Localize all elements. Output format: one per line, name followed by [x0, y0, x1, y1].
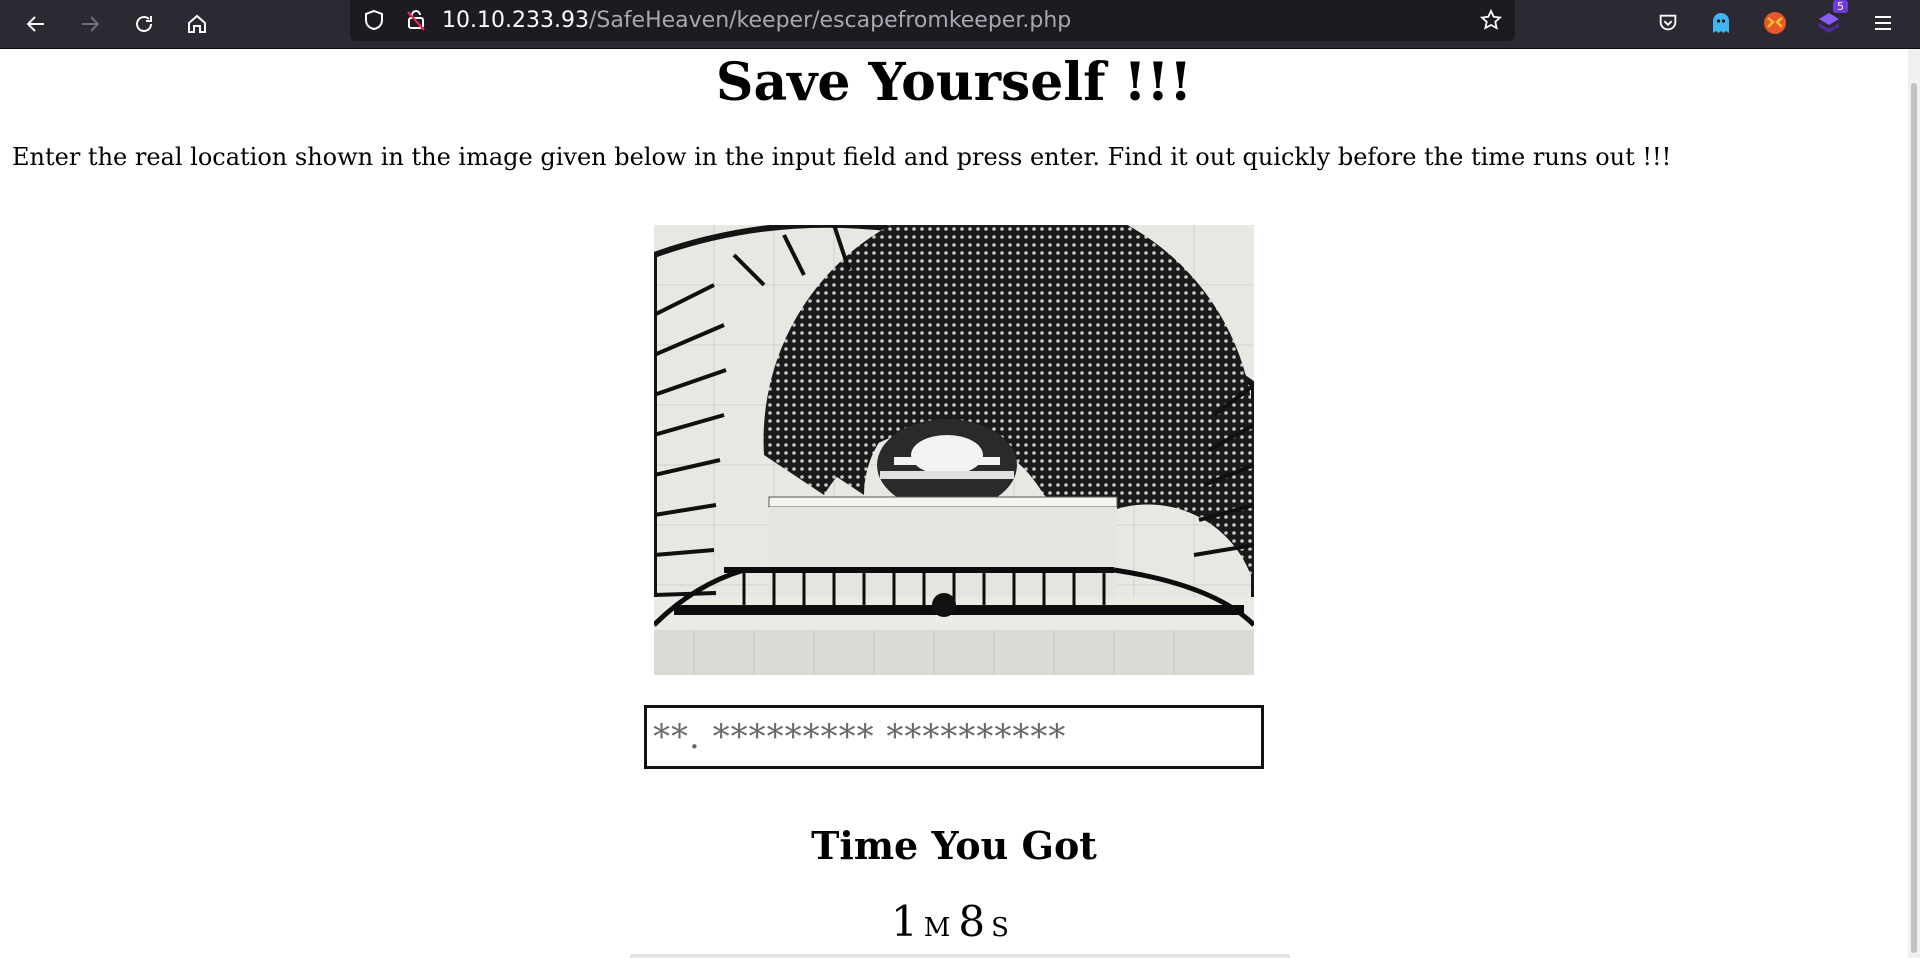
- pocket-icon[interactable]: [1651, 6, 1685, 40]
- page-title: Save Yourself !!!: [715, 52, 1193, 113]
- instructions-text: Enter the real location shown in the ima…: [12, 143, 1672, 171]
- url-path: /SafeHeaven/keeper/escapefromkeeper.php: [588, 8, 1072, 33]
- timer-minutes: 1: [891, 897, 918, 946]
- location-answer-input[interactable]: [644, 705, 1264, 769]
- forward-arrow-icon[interactable]: [70, 4, 110, 44]
- home-icon[interactable]: [177, 4, 217, 44]
- foxyproxy-extension-icon[interactable]: [1758, 6, 1792, 40]
- timer-seconds: 8: [958, 897, 986, 946]
- countdown-timer: 1M8S: [0, 897, 1908, 946]
- extension-badge: 5: [1833, 0, 1848, 13]
- star-icon[interactable]: [1477, 6, 1505, 34]
- wappalyzer-extension-icon[interactable]: 5: [1812, 0, 1848, 40]
- insecure-lock-icon[interactable]: [402, 6, 430, 34]
- shield-icon[interactable]: [360, 6, 388, 34]
- url-bar[interactable]: 10.10.233.93/SafeHeaven/keeper/escapefro…: [350, 0, 1515, 41]
- page-scrollbar[interactable]: [1908, 49, 1920, 958]
- divider: [630, 954, 1290, 958]
- timer-seconds-unit: S: [991, 913, 1009, 943]
- url-text[interactable]: 10.10.233.93/SafeHeaven/keeper/escapefro…: [442, 8, 1071, 33]
- ghost-extension-icon[interactable]: [1704, 6, 1738, 40]
- hamburger-menu-icon[interactable]: [1866, 6, 1900, 40]
- timer-minutes-unit: M: [923, 913, 951, 943]
- scroll-thumb[interactable]: [1911, 83, 1917, 953]
- url-host: 10.10.233.93: [442, 8, 589, 33]
- browser-toolbar: 10.10.233.93/SafeHeaven/keeper/escapefro…: [0, 0, 1920, 49]
- timer-heading: Time You Got: [811, 823, 1097, 868]
- spiral-staircase-photo: [654, 225, 1254, 675]
- back-arrow-icon[interactable]: [16, 4, 56, 44]
- reload-icon[interactable]: [124, 4, 164, 44]
